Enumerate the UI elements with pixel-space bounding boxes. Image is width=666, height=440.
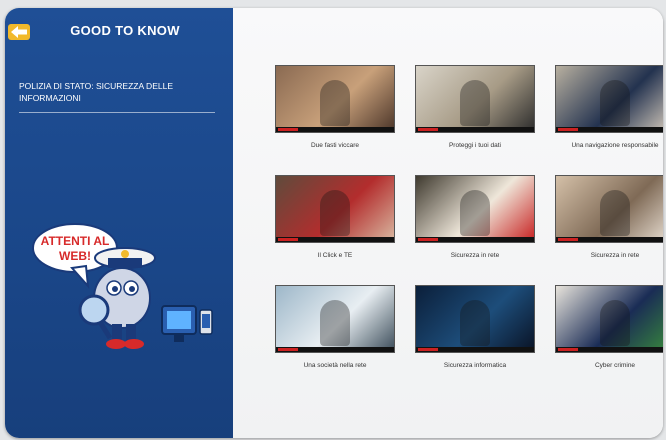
thumbnail-figure (320, 300, 350, 346)
video-grid: Due fasti viccare Proteggi i tuoi dati Una… (266, 66, 663, 369)
video-progress-bar[interactable] (556, 127, 663, 132)
video-card[interactable]: Due fasti viccare (266, 66, 404, 149)
video-caption: Sicurezza in rete (450, 252, 500, 259)
video-caption: Cyber crimine (594, 362, 636, 369)
video-progress-bar[interactable] (276, 347, 394, 352)
video-thumbnail[interactable] (416, 286, 534, 352)
section-heading: POLIZIA DI STATO: SICUREZZA DELLE INFORM… (19, 80, 215, 113)
app-window: GOOD TO KNOW POLIZIA DI STATO: SICUREZZA… (5, 8, 663, 438)
video-card[interactable]: Sicurezza in rete (546, 176, 663, 259)
video-caption: Proteggi i tuoi dati (448, 142, 502, 149)
video-progress-bar[interactable] (556, 347, 663, 352)
video-thumbnail[interactable] (556, 286, 663, 352)
video-card[interactable]: Proteggi i tuoi dati (406, 66, 544, 149)
video-thumbnail[interactable] (556, 176, 663, 242)
sidebar-title: GOOD TO KNOW (70, 23, 180, 38)
video-card[interactable]: Una navigazione responsabile (546, 66, 663, 149)
video-progress-bar[interactable] (416, 347, 534, 352)
video-caption: Il Click e TE (317, 252, 353, 259)
thumbnail-figure (460, 190, 490, 236)
video-caption: Sicurezza in rete (590, 252, 640, 259)
back-arrow-icon[interactable] (8, 24, 30, 40)
video-card[interactable]: Una società nella rete (266, 286, 404, 369)
video-thumbnail[interactable] (556, 66, 663, 132)
video-caption: Una navigazione responsabile (571, 142, 659, 149)
thumbnail-figure (600, 80, 630, 126)
video-progress-bar[interactable] (276, 127, 394, 132)
police-mascot-illustration: ATTENTI AL WEB! (32, 223, 213, 349)
thumbnail-figure (600, 190, 630, 236)
video-caption: Sicurezza informatica (443, 362, 507, 369)
sidebar: GOOD TO KNOW POLIZIA DI STATO: SICUREZZA… (5, 8, 233, 438)
video-progress-bar[interactable] (276, 237, 394, 242)
thumbnail-figure (460, 80, 490, 126)
video-thumbnail[interactable] (416, 66, 534, 132)
thumbnail-figure (600, 300, 630, 346)
video-thumbnail[interactable] (276, 66, 394, 132)
video-progress-bar[interactable] (416, 237, 534, 242)
video-card[interactable]: Il Click e TE (266, 176, 404, 259)
mascot-bubble-line1: ATTENTI AL (41, 234, 110, 248)
mascot-bubble-line2: WEB! (59, 249, 91, 263)
video-gallery: Due fasti viccare Proteggi i tuoi dati Una… (233, 8, 663, 438)
video-card[interactable]: Cyber crimine (546, 286, 663, 369)
video-progress-bar[interactable] (556, 237, 663, 242)
thumbnail-figure (320, 80, 350, 126)
video-progress-bar[interactable] (416, 127, 534, 132)
video-caption: Due fasti viccare (310, 142, 360, 149)
video-thumbnail[interactable] (276, 176, 394, 242)
video-card[interactable]: Sicurezza in rete (406, 176, 544, 259)
video-card[interactable]: Sicurezza informatica (406, 286, 544, 369)
video-caption: Una società nella rete (303, 362, 367, 369)
thumbnail-figure (320, 190, 350, 236)
video-thumbnail[interactable] (276, 286, 394, 352)
video-thumbnail[interactable] (416, 176, 534, 242)
thumbnail-figure (460, 300, 490, 346)
